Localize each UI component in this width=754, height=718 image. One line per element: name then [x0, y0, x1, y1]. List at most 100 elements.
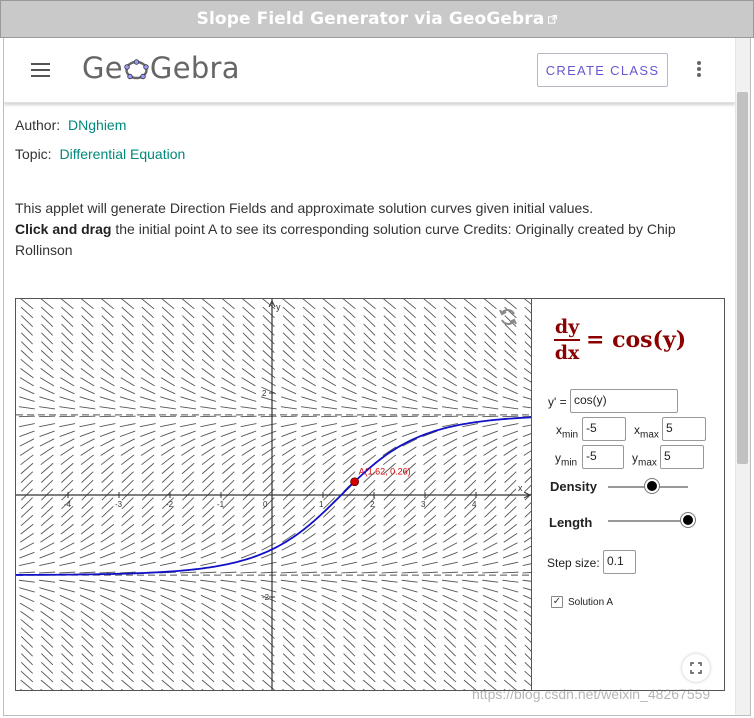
slope-segment — [221, 542, 236, 551]
slope-field-canvas[interactable]: yx-4-3-2-10123442-2-4A(1.62, 0.26) — [16, 299, 532, 690]
slope-segment — [322, 523, 336, 535]
slope-segment — [182, 497, 195, 510]
slope-segment — [200, 579, 217, 583]
slope-segment — [302, 610, 316, 621]
description-line2: Click and drag the initial point A to se… — [15, 219, 715, 261]
slope-segment — [202, 635, 215, 648]
slope-segment — [80, 610, 95, 621]
ymax-input[interactable]: 5 — [660, 445, 704, 469]
slope-segment — [40, 446, 55, 456]
slope-segment — [361, 579, 378, 583]
slope-segment — [464, 644, 477, 657]
refresh-icon[interactable] — [498, 307, 518, 327]
slope-segment — [101, 644, 114, 657]
slope-segment — [483, 454, 497, 466]
ymin-input[interactable]: -5 — [582, 445, 624, 469]
slope-segment — [220, 430, 237, 437]
slope-segment — [39, 423, 56, 428]
external-link-icon[interactable] — [548, 14, 558, 24]
xmin-input[interactable]: -5 — [582, 417, 626, 441]
slope-segment — [383, 497, 396, 510]
slope-segment — [19, 587, 35, 593]
slope-segment — [41, 653, 54, 666]
slope-segment — [302, 661, 316, 674]
slope-segment — [120, 386, 136, 395]
slope-segment — [222, 661, 235, 674]
slope-segment — [482, 587, 499, 593]
slope-segment — [443, 635, 457, 648]
slope-segment — [161, 679, 175, 690]
author-link[interactable]: DNghiem — [68, 117, 126, 133]
step-size-input[interactable]: 0.1 — [603, 550, 636, 574]
slope-segment — [40, 514, 54, 527]
slope-segment — [383, 299, 397, 310]
slope-segment — [120, 610, 135, 621]
x-axis-label: x — [518, 483, 523, 493]
density-slider-knob[interactable] — [645, 479, 659, 493]
slope-segment — [241, 533, 256, 543]
slope-segment — [504, 479, 517, 492]
scrollbar-thumb[interactable] — [737, 92, 748, 464]
slope-segment — [81, 350, 94, 362]
length-slider-track[interactable] — [608, 520, 688, 522]
slope-segment — [464, 341, 477, 353]
slope-segment — [41, 635, 54, 648]
slope-segment — [241, 594, 257, 603]
graphics-view[interactable]: yx-4-3-2-10123442-2-4A(1.62, 0.26) — [16, 299, 532, 690]
xmax-input[interactable]: 5 — [662, 417, 706, 441]
slope-segment — [302, 358, 316, 370]
slope-segment — [240, 430, 257, 437]
slope-segment — [381, 571, 398, 574]
slope-segment — [421, 579, 438, 583]
slope-segment — [59, 406, 76, 410]
slope-segment — [321, 386, 337, 395]
solution-a-checkbox[interactable]: ✓ — [551, 596, 563, 608]
slope-segment — [282, 454, 296, 466]
slope-segment — [321, 438, 337, 447]
slope-segment — [502, 587, 519, 593]
slope-segment — [343, 653, 356, 666]
slope-segment — [59, 438, 75, 447]
slope-segment — [141, 610, 155, 621]
slope-segment — [383, 479, 396, 492]
slope-segment — [81, 323, 94, 336]
slope-segment — [181, 627, 195, 639]
slope-segment — [502, 430, 519, 437]
slope-segment — [421, 571, 438, 574]
slope-segment — [342, 523, 356, 535]
slope-segment — [181, 610, 195, 621]
slope-segment — [201, 533, 216, 543]
slope-segment — [341, 396, 358, 402]
hamburger-menu-icon[interactable] — [31, 63, 51, 79]
slope-segment — [139, 579, 156, 583]
slope-segment — [302, 332, 315, 345]
slope-segment — [443, 341, 457, 353]
slope-segment — [422, 533, 437, 543]
slope-segment — [181, 368, 195, 379]
length-slider-knob[interactable] — [681, 513, 695, 527]
slope-segment — [181, 306, 195, 319]
slope-segment — [322, 306, 336, 319]
slope-segment — [262, 644, 275, 657]
slope-segment — [403, 299, 417, 310]
fullscreen-button[interactable] — [682, 654, 710, 682]
geogebra-logo[interactable]: Ge Gebra — [82, 51, 240, 85]
slope-segment — [361, 551, 378, 559]
slope-segment — [522, 424, 531, 428]
slope-segment — [462, 561, 479, 567]
slope-segment — [462, 594, 478, 603]
slope-segment — [484, 306, 497, 319]
more-options-icon[interactable] — [696, 61, 702, 81]
slope-segment — [221, 610, 236, 621]
slope-segment — [503, 533, 518, 543]
slope-segment — [483, 358, 497, 370]
slope-segment — [282, 299, 296, 310]
slope-segment — [403, 350, 416, 362]
slope-segment — [100, 602, 115, 612]
create-class-button[interactable]: CREATE CLASS — [537, 53, 668, 87]
slope-segment — [160, 396, 176, 402]
slope-segment — [121, 323, 134, 336]
topic-link[interactable]: Differential Equation — [59, 146, 185, 162]
yprime-input[interactable]: cos(y) — [570, 389, 678, 413]
slope-segment — [363, 341, 376, 353]
